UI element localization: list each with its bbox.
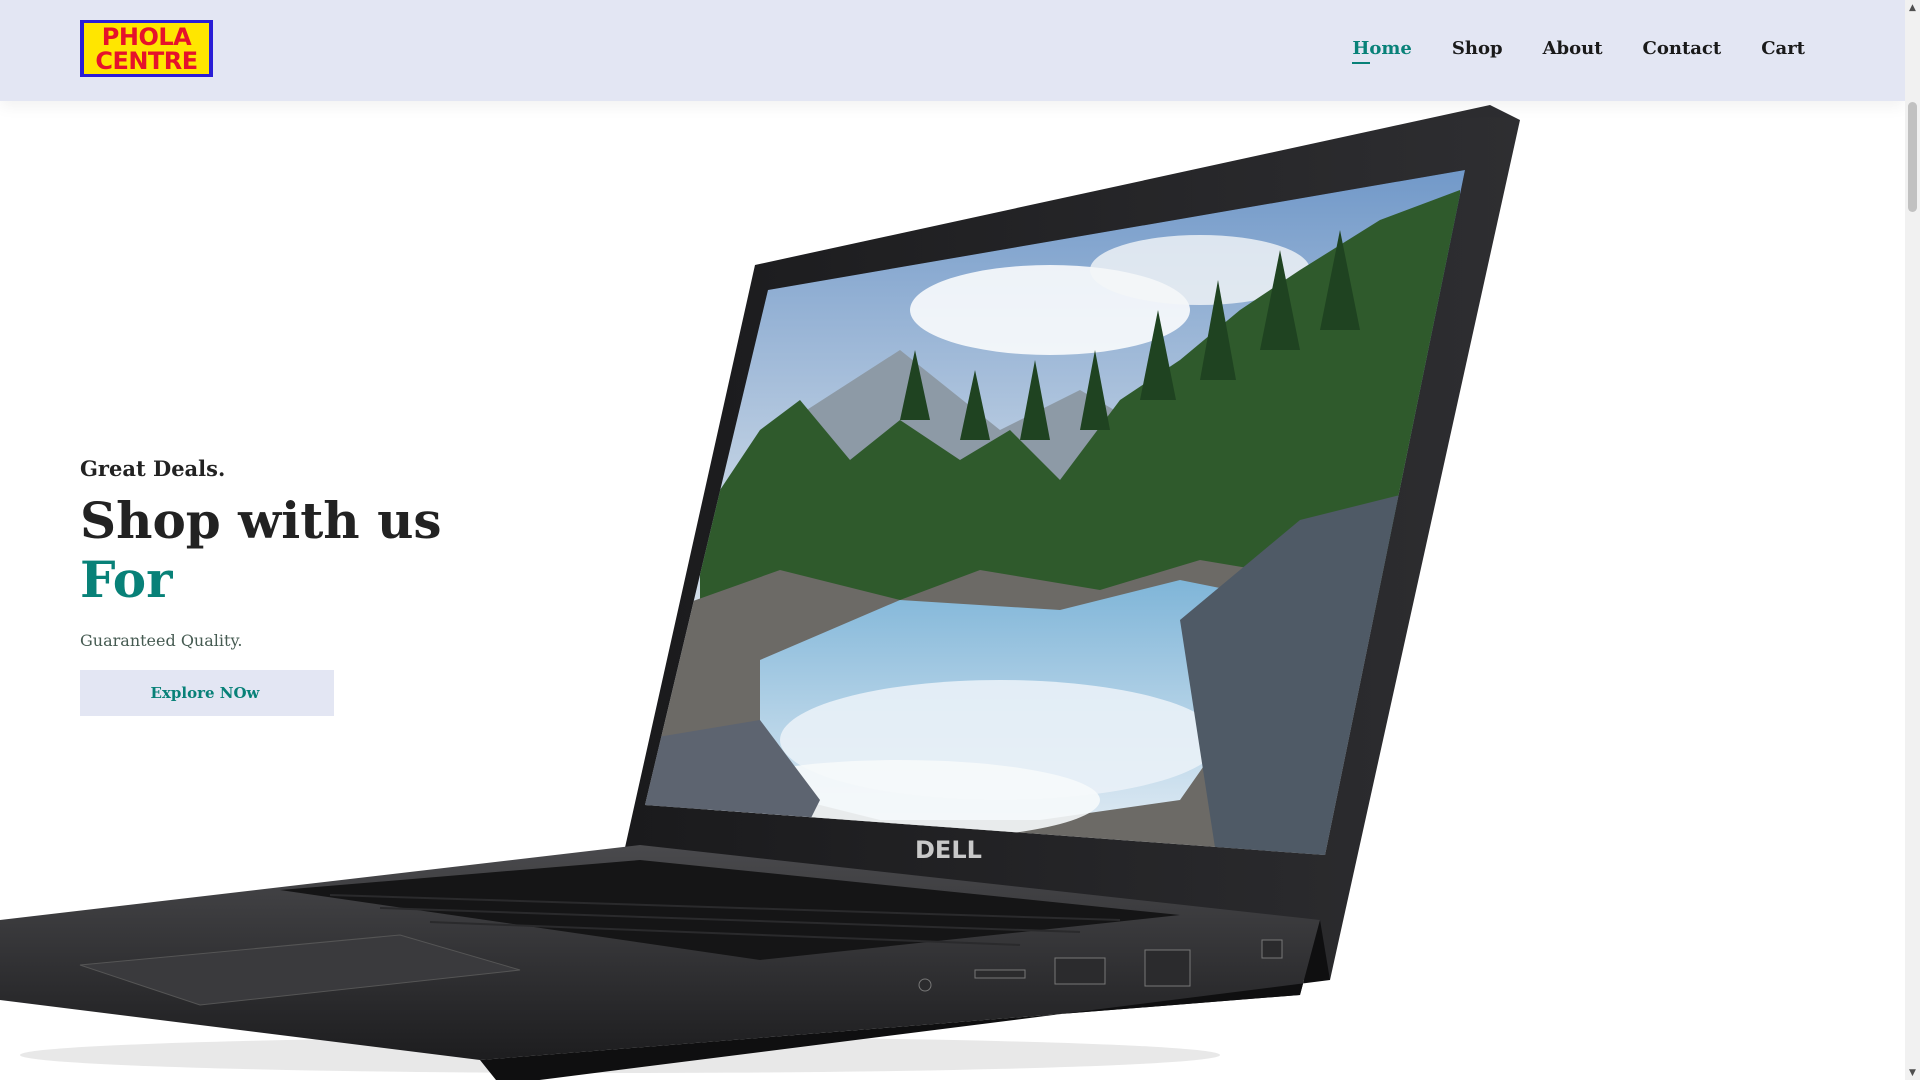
brand-logo: DELL: [915, 836, 982, 864]
nav-cart[interactable]: Cart: [1761, 38, 1805, 59]
main-nav: Home Shop About Contact Cart: [1352, 38, 1805, 64]
logo-inner: PHOLA CENTRE: [84, 23, 209, 74]
hero-headline: Shop with us For: [80, 491, 442, 609]
explore-now-button[interactable]: Explore NOw: [80, 670, 334, 716]
nav-contact[interactable]: Contact: [1643, 38, 1722, 59]
hero-section: Great Deals. Shop with us For Guaranteed…: [80, 456, 442, 716]
logo-line2: CENTRE: [95, 46, 198, 75]
page-scrollbar[interactable]: ▲ ▼: [1905, 0, 1920, 1080]
triangle-down-icon[interactable]: ▼: [1905, 1065, 1920, 1080]
scrollbar-thumb[interactable]: [1908, 102, 1917, 212]
logo[interactable]: PHOLA CENTRE: [80, 20, 213, 77]
hero-kicker: Great Deals.: [80, 456, 226, 481]
nav-home[interactable]: Home: [1352, 38, 1412, 64]
site-header: PHOLA CENTRE Home Shop About Contact Car…: [0, 0, 1905, 101]
nav-shop[interactable]: Shop: [1452, 38, 1503, 59]
logo-line1: PHOLA: [101, 22, 192, 51]
hero-headline-accent: For: [80, 550, 173, 609]
triangle-up-icon[interactable]: ▲: [1905, 0, 1920, 15]
hero-subtext: Guaranteed Quality.: [80, 631, 243, 650]
nav-about[interactable]: About: [1543, 38, 1603, 59]
hero-headline-main: Shop with us: [80, 491, 442, 550]
